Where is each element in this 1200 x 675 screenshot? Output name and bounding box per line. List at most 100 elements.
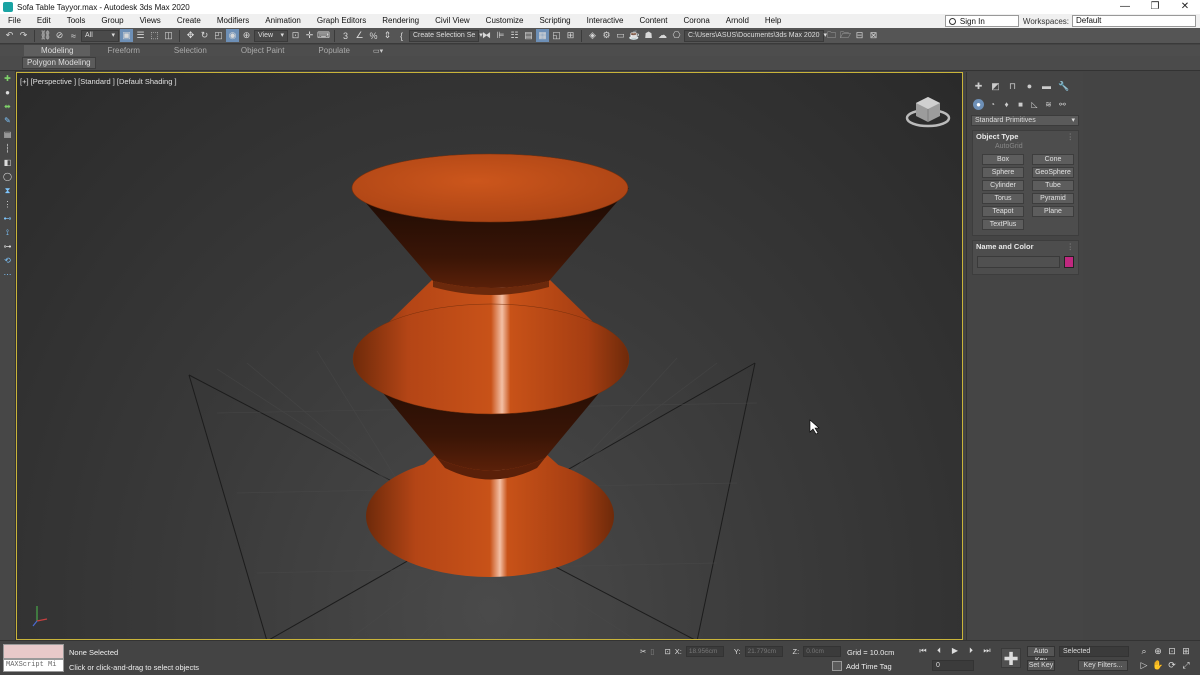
autogrid-checkbox[interactable]: AutoGrid <box>973 142 1078 152</box>
lights-icon[interactable]: ♦ <box>1001 99 1012 110</box>
menu-civil-view[interactable]: Civil View <box>427 14 478 28</box>
tube-button[interactable]: Tube <box>1032 180 1074 191</box>
menu-tools[interactable]: Tools <box>59 14 94 28</box>
modify-tab-icon[interactable]: ◩ <box>990 81 1001 92</box>
torus-button[interactable]: Torus <box>982 193 1024 204</box>
cone-top[interactable] <box>351 153 629 295</box>
menu-help[interactable]: Help <box>757 14 789 28</box>
shapes-icon[interactable]: ◔ <box>987 99 998 110</box>
field-of-view-icon[interactable]: ▷ <box>1138 659 1150 671</box>
primitive-type-dropdown[interactable]: Standard Primitives ▾ <box>971 115 1079 126</box>
previous-frame-icon[interactable]: ⏴ <box>933 645 945 656</box>
utilities-tab-icon[interactable]: 🔧 <box>1058 81 1069 92</box>
object-type-header[interactable]: Object Type ⋮ <box>973 131 1078 142</box>
display-tab-icon[interactable]: ▬ <box>1041 81 1052 92</box>
tab-modeling[interactable]: Modeling <box>24 45 91 56</box>
viewport-label[interactable]: [+] [Perspective ] [Standard ] [Default … <box>20 77 177 86</box>
go-to-start-icon[interactable]: ⏮ <box>917 645 929 656</box>
z-coordinate-field[interactable]: 0.0cm <box>803 646 842 657</box>
next-frame-icon[interactable]: ⏵ <box>965 645 977 656</box>
y-coordinate-field[interactable]: 21.779cm <box>744 646 783 657</box>
menu-modifiers[interactable]: Modifiers <box>209 14 257 28</box>
menu-graph-editors[interactable]: Graph Editors <box>309 14 374 28</box>
rollout-menu-icon[interactable]: ⋮ <box>1067 241 1075 252</box>
redo-icon[interactable]: ↷ <box>17 29 30 42</box>
zoom-all-icon[interactable]: ⊕ <box>1152 645 1164 657</box>
menu-create[interactable]: Create <box>169 14 209 28</box>
menu-customize[interactable]: Customize <box>478 14 532 28</box>
named-selection-dropdown[interactable]: Create Selection Se ▾ <box>409 29 483 42</box>
curve-editor-icon[interactable]: ◱ <box>550 29 563 42</box>
project-settings-icon[interactable]: ⊠ <box>867 29 880 42</box>
cut-icon[interactable]: ⟟ <box>2 227 14 238</box>
set-key-button[interactable]: Set Key <box>1027 660 1055 671</box>
selection-filter-dropdown[interactable]: All ▾ <box>81 29 119 42</box>
motion-tab-icon[interactable]: ● <box>1024 81 1035 92</box>
hierarchy-tab-icon[interactable]: ⊓ <box>1007 81 1018 92</box>
helpers-icon[interactable]: ◺ <box>1029 99 1040 110</box>
sphere-button[interactable]: Sphere <box>982 167 1024 178</box>
material-editor-icon[interactable]: ◈ <box>586 29 599 42</box>
restore-button[interactable]: ❐ <box>1140 0 1170 14</box>
cylinder-button[interactable]: Cylinder <box>982 180 1024 191</box>
set-project-icon[interactable]: ⊟ <box>853 29 866 42</box>
tab-freeform[interactable]: Freeform <box>90 45 156 56</box>
menu-views[interactable]: Views <box>132 14 169 28</box>
pan-icon[interactable]: ✋ <box>1152 659 1164 671</box>
menu-corona[interactable]: Corona <box>676 14 718 28</box>
spinner-snap-icon[interactable]: ⇕ <box>381 29 394 42</box>
percent-snap-icon[interactable]: % <box>367 29 380 42</box>
maximize-viewport-icon[interactable]: ⤢ <box>1180 659 1192 671</box>
link-icon[interactable]: ⛓ <box>39 29 52 42</box>
maxscript-input[interactable]: MAXScript Mi <box>3 659 64 672</box>
play-icon[interactable]: ▶ <box>949 645 961 656</box>
toggle-scene-explorer-icon[interactable]: ☷ <box>508 29 521 42</box>
keyboard-shortcut-icon[interactable]: ⌨ <box>317 29 330 42</box>
maxscript-listener[interactable]: MAXScript Mi <box>3 644 64 672</box>
tab-populate[interactable]: Populate <box>301 45 367 56</box>
menu-content[interactable]: Content <box>632 14 676 28</box>
ring-icon[interactable]: ⋯ <box>2 269 14 280</box>
align-icon[interactable]: ⊫ <box>494 29 507 42</box>
placement-icon[interactable]: ◉ <box>226 29 239 42</box>
geosphere-button[interactable]: GeoSphere <box>1032 167 1074 178</box>
workspace-dropdown[interactable]: Default <box>1072 15 1196 27</box>
object-name-field[interactable] <box>977 256 1060 268</box>
zoom-icon[interactable]: ⌕ <box>1138 645 1150 657</box>
x-coordinate-field[interactable]: 18.956cm <box>685 646 724 657</box>
brush-icon[interactable]: ✎ <box>2 115 14 126</box>
render-extra-icon[interactable]: ⎔ <box>670 29 683 42</box>
current-frame-field[interactable]: 0 <box>932 660 974 671</box>
space-warps-icon[interactable]: ≋ <box>1043 99 1054 110</box>
orbit-icon[interactable]: ⟳ <box>1166 659 1178 671</box>
dot-icon[interactable]: ● <box>2 87 14 98</box>
snap-toggle-icon[interactable]: 3 <box>339 29 352 42</box>
angle-snap-icon[interactable]: ∠ <box>353 29 366 42</box>
menu-animation[interactable]: Animation <box>257 14 309 28</box>
schematic-view-icon[interactable]: ⊞ <box>564 29 577 42</box>
auto-key-button[interactable]: Auto Key <box>1027 646 1055 664</box>
name-and-color-header[interactable]: Name and Color ⋮ <box>973 241 1078 252</box>
ribbon-toggle-icon[interactable]: ▭▾ <box>373 47 383 55</box>
menu-edit[interactable]: Edit <box>29 14 59 28</box>
pivot-icon[interactable]: ⊡ <box>289 29 302 42</box>
absolute-mode-icon[interactable]: ⊡ <box>664 647 670 656</box>
plane-button[interactable]: Plane <box>1032 206 1074 217</box>
project-folder-icon[interactable]: 🗀 <box>825 29 838 42</box>
reference-coordinate-dropdown[interactable]: View ▾ <box>254 29 288 42</box>
cone-button[interactable]: Cone <box>1032 154 1074 165</box>
toggle-ribbon-icon[interactable]: ▦ <box>536 29 549 42</box>
select-by-name-icon[interactable]: ☰ <box>134 29 147 42</box>
render-setup-icon[interactable]: ⚙ <box>600 29 613 42</box>
slice-icon[interactable]: ⊶ <box>2 241 14 252</box>
layer-explorer-icon[interactable]: ▤ <box>522 29 535 42</box>
bind-space-warp-icon[interactable]: ≈ <box>67 29 80 42</box>
lock-selection-icon[interactable]: ▯ <box>650 647 654 656</box>
isolate-icon[interactable]: ✂ <box>640 647 646 656</box>
textplus-button[interactable]: TextPlus <box>982 219 1024 230</box>
menu-rendering[interactable]: Rendering <box>374 14 427 28</box>
add-time-tag[interactable]: Add Time Tag <box>832 661 892 671</box>
create-project-icon[interactable]: 🗁 <box>839 29 852 42</box>
key-filters-button[interactable]: Key Filters... <box>1078 660 1128 671</box>
unlink-icon[interactable]: ⊘ <box>53 29 66 42</box>
